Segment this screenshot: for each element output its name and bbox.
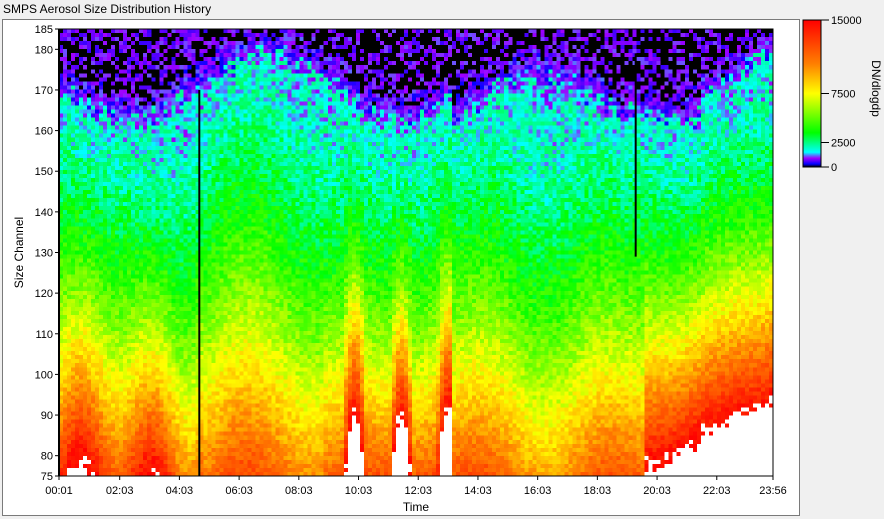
y-tick-label: 80: [41, 451, 53, 463]
y-tick-label: 120: [35, 288, 53, 300]
x-tick-label: 16:03: [524, 485, 552, 497]
x-tick-label: 23:56: [759, 485, 787, 497]
x-axis-label: Time: [403, 500, 430, 514]
y-tick-label: 150: [35, 166, 53, 178]
colorbar: [802, 19, 822, 168]
y-tick-label: 90: [41, 410, 53, 422]
x-tick-label: 08:03: [285, 485, 313, 497]
heatmap-image: [59, 29, 773, 476]
y-tick-label: 170: [35, 85, 53, 97]
y-tick-label: 140: [35, 207, 53, 219]
x-tick-label: 12:03: [404, 485, 432, 497]
y-tick-label: 130: [35, 248, 53, 260]
colorbar-tick-label: 2500: [831, 138, 855, 150]
x-tick-label: 02:03: [106, 485, 134, 497]
x-tick-label: 14:03: [464, 485, 492, 497]
x-tick-label: 22:03: [703, 485, 731, 497]
y-tick-label: 185: [35, 24, 53, 36]
x-tick-label: 04:03: [166, 485, 194, 497]
x-tick-label: 10:03: [345, 485, 373, 497]
x-tick-label: 18:03: [584, 485, 612, 497]
y-tick-label: 180: [35, 44, 53, 56]
x-tick-label: 06:03: [225, 485, 253, 497]
y-tick-label: 75: [41, 471, 53, 483]
y-tick-label: 100: [35, 369, 53, 381]
colorbar-tick-label: 0: [831, 162, 837, 174]
colorbar-label: DN/dlogdp: [869, 60, 883, 117]
x-tick-label: 20:03: [643, 485, 671, 497]
y-axis-label: Size Channel: [12, 217, 26, 288]
colorbar-tick-label: 7500: [831, 89, 855, 101]
x-tick-label: 00:01: [45, 485, 73, 497]
colorbar-tick-label: 15000: [831, 15, 862, 27]
y-tick-label: 160: [35, 126, 53, 138]
y-tick-label: 110: [35, 329, 53, 341]
heatmap-chart: 75 80 90 100 110 120 130 140 150 160 170 180 185 00:…: [12, 15, 883, 514]
